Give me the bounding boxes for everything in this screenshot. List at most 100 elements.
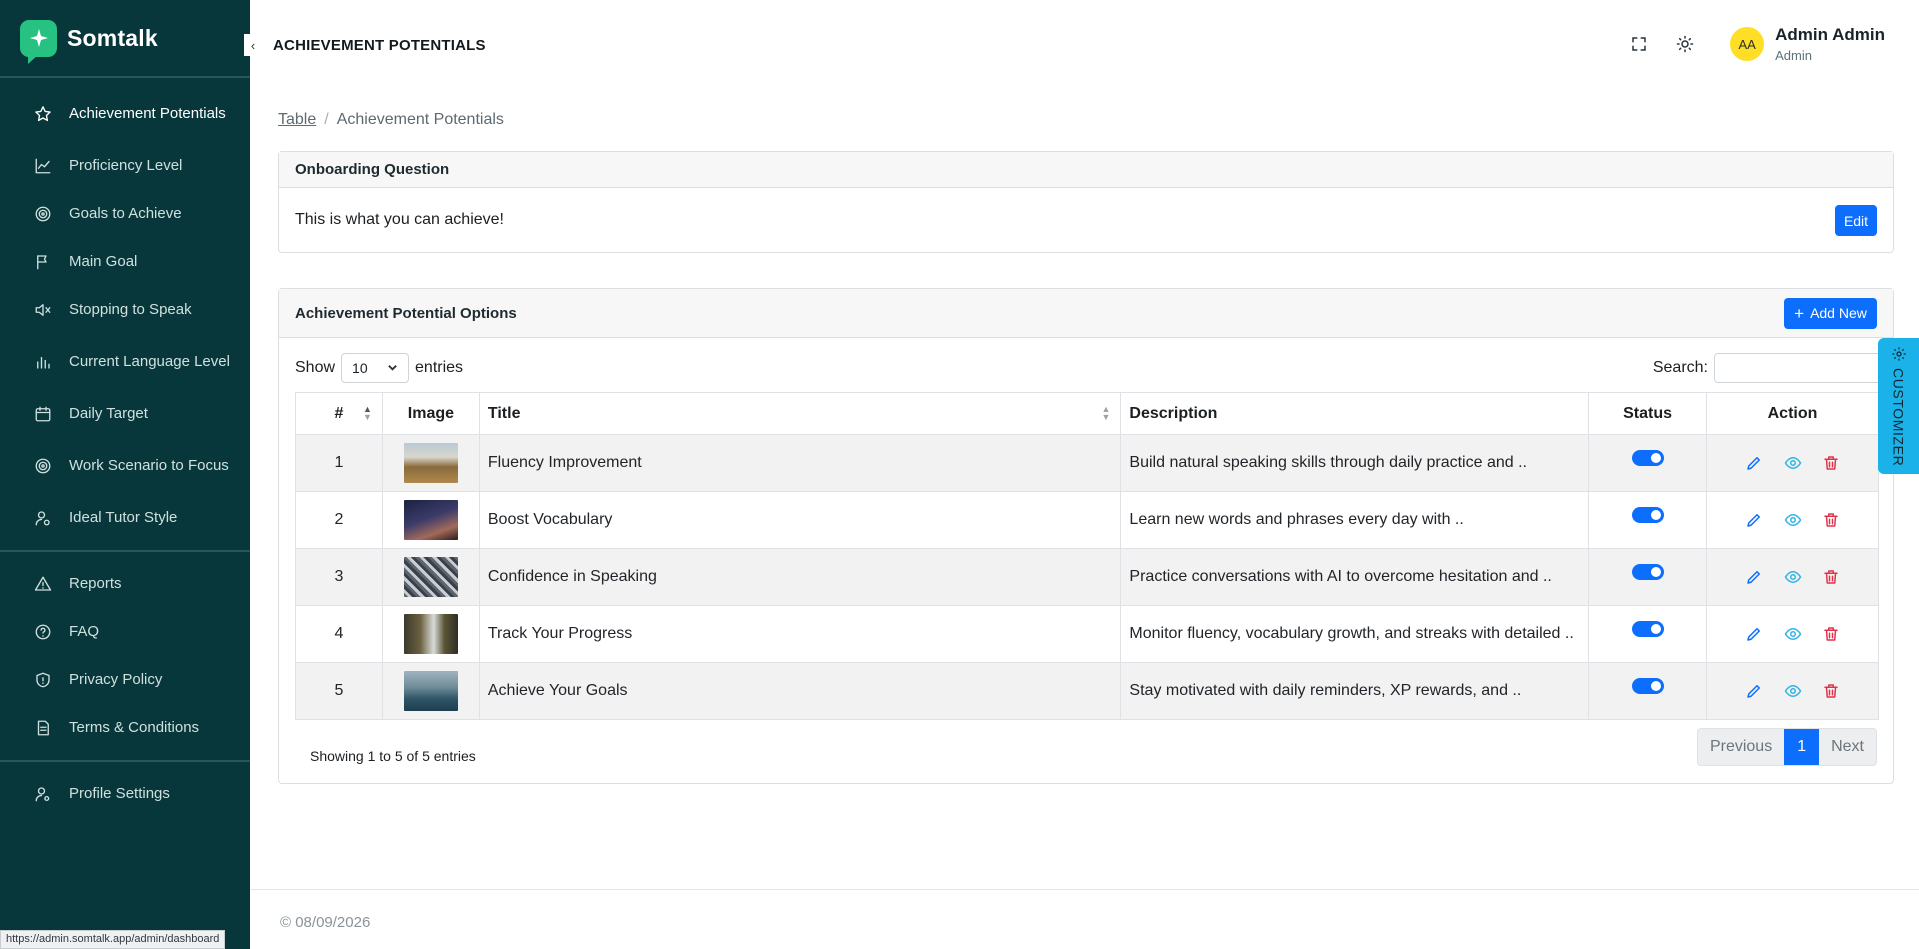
status-cell: [1588, 434, 1708, 492]
action-cell: [1706, 662, 1879, 720]
card-header: Achievement Potential Options + Add New: [279, 289, 1893, 338]
table-info: Showing 1 to 5 of 5 entries: [310, 748, 476, 764]
somtalk-logo-icon: [20, 19, 57, 64]
document-icon: [33, 718, 53, 738]
sidebar-group-profile: Profile Settings: [0, 762, 250, 826]
row-number: 2: [295, 491, 383, 549]
status-toggle[interactable]: [1631, 677, 1664, 694]
breadcrumb-link-table[interactable]: Table: [278, 111, 316, 128]
user-role: Admin: [1775, 48, 1812, 63]
eye-icon[interactable]: [1783, 681, 1803, 701]
customizer-tab[interactable]: CUSTOMIZER: [1878, 338, 1919, 474]
row-thumbnail: [403, 443, 458, 483]
row-number: 1: [295, 434, 383, 492]
sidebar-item-daily-target[interactable]: Daily Target: [0, 390, 250, 438]
row-description: Practice conversations with AI to overco…: [1120, 548, 1590, 606]
trash-icon[interactable]: [1821, 510, 1841, 530]
column-header-description: Description: [1120, 392, 1590, 435]
sidebar-item-ideal-tutor-style[interactable]: Ideal Tutor Style: [0, 494, 250, 542]
sidebar-item-main-goal[interactable]: Main Goal: [0, 238, 250, 286]
edit-icon[interactable]: [1744, 510, 1764, 530]
column-header-title[interactable]: Title ▲ ▼: [478, 392, 1122, 435]
gear-icon: [1891, 347, 1906, 361]
trash-icon[interactable]: [1821, 567, 1841, 587]
avatar[interactable]: AA: [1730, 27, 1765, 61]
sidebar-item-work-scenario-to-focus[interactable]: Work Scenario to Focus: [0, 438, 250, 494]
edit-button[interactable]: Edit: [1835, 205, 1877, 236]
chevron-down-icon: [387, 360, 398, 376]
onboarding-question-text: This is what you can achieve!: [295, 211, 504, 228]
customizer-label: CUSTOMIZER: [1890, 368, 1907, 467]
trash-icon[interactable]: [1821, 453, 1841, 473]
row-number: 5: [295, 662, 383, 720]
sidebar-item-reports[interactable]: Reports: [0, 560, 250, 608]
user-settings-icon: [33, 784, 53, 804]
sidebar-item-privacy-policy[interactable]: Privacy Policy: [0, 656, 250, 704]
user-name: Admin Admin: [1775, 25, 1885, 44]
sort-icon: ▲ ▼: [363, 404, 372, 422]
eye-icon[interactable]: [1783, 453, 1803, 473]
column-header-image: Image: [381, 392, 480, 435]
status-toggle[interactable]: [1631, 449, 1664, 466]
eye-icon[interactable]: [1783, 624, 1803, 644]
sidebar-item-stopping-to-speak[interactable]: Stopping to Speak: [0, 286, 250, 334]
entries-label: entries: [415, 359, 464, 376]
sidebar-item-label: Daily Target: [69, 405, 148, 422]
sidebar-item-proficiency-level[interactable]: Proficiency Level: [0, 142, 250, 190]
image-cell: [381, 434, 480, 492]
table-row: 1 Fluency Improvement Build natural spea…: [295, 434, 1879, 492]
topbar-actions: AA Admin Admin Admin: [1628, 25, 1885, 63]
search-input[interactable]: [1714, 353, 1893, 383]
theme-toggle-icon[interactable]: [1674, 33, 1696, 55]
page-length-select[interactable]: 10: [341, 353, 410, 383]
breadcrumb: Table / Achievement Potentials: [278, 111, 504, 129]
edit-icon[interactable]: [1744, 624, 1764, 644]
sidebar-item-label: Ideal Tutor Style: [69, 509, 178, 526]
edit-icon[interactable]: [1744, 681, 1764, 701]
previous-page-button[interactable]: Previous: [1698, 729, 1784, 765]
status-cell: [1588, 491, 1708, 549]
footer-copyright: © 08/09/2026: [280, 914, 371, 931]
status-toggle[interactable]: [1631, 506, 1664, 523]
row-number: 3: [295, 548, 383, 606]
sidebar-item-achievement-potentials[interactable]: Achievement Potentials: [0, 86, 250, 142]
brand-name: Somtalk: [67, 24, 158, 51]
action-cell: [1706, 434, 1879, 492]
status-toggle[interactable]: [1631, 620, 1664, 637]
trash-icon[interactable]: [1821, 681, 1841, 701]
status-toggle[interactable]: [1631, 563, 1664, 580]
column-header-number[interactable]: # ▲ ▼: [295, 392, 383, 435]
sidebar-item-current-language-level[interactable]: Current Language Level: [0, 334, 250, 390]
column-header-label: Title: [487, 404, 521, 422]
sidebar-item-profile-settings[interactable]: Profile Settings: [0, 770, 250, 818]
sidebar-collapse-button[interactable]: ‹: [244, 34, 262, 56]
add-new-button[interactable]: + Add New: [1784, 297, 1877, 329]
table-row: 3 Confidence in Speaking Practice conver…: [295, 548, 1879, 606]
action-cell: [1706, 605, 1879, 663]
table-row: 2 Boost Vocabulary Learn new words and p…: [295, 491, 1879, 549]
sidebar-item-faq[interactable]: FAQ: [0, 608, 250, 656]
table-header-row: # ▲ ▼ Image Title ▲ ▼ Description Status A…: [295, 392, 1879, 435]
edit-icon[interactable]: [1744, 567, 1764, 587]
sidebar-item-terms-conditions[interactable]: Terms & Conditions: [0, 704, 250, 752]
options-table: # ▲ ▼ Image Title ▲ ▼ Description Status A…: [295, 392, 1879, 720]
image-cell: [381, 491, 480, 549]
user-info[interactable]: Admin Admin Admin: [1775, 25, 1885, 63]
show-label: Show: [295, 359, 336, 376]
brand[interactable]: Somtalk: [0, 0, 250, 78]
table-controls: Show 10 entries Search:: [295, 352, 1893, 384]
trash-icon[interactable]: [1821, 624, 1841, 644]
sidebar-item-label: Stopping to Speak: [69, 301, 192, 318]
row-title: Confidence in Speaking: [478, 548, 1122, 606]
eye-icon[interactable]: [1783, 510, 1803, 530]
fullscreen-icon[interactable]: [1628, 33, 1650, 55]
table-row: 4 Track Your Progress Monitor fluency, v…: [295, 605, 1879, 663]
eye-icon[interactable]: [1783, 567, 1803, 587]
star-icon: [33, 104, 53, 124]
sidebar-item-goals-to-achieve[interactable]: Goals to Achieve: [0, 190, 250, 238]
mute-icon: [33, 300, 53, 320]
page-1-button[interactable]: 1: [1784, 729, 1820, 765]
onboarding-question-card: Onboarding Question This is what you can…: [278, 151, 1894, 253]
next-page-button[interactable]: Next: [1819, 729, 1876, 765]
edit-icon[interactable]: [1744, 453, 1764, 473]
